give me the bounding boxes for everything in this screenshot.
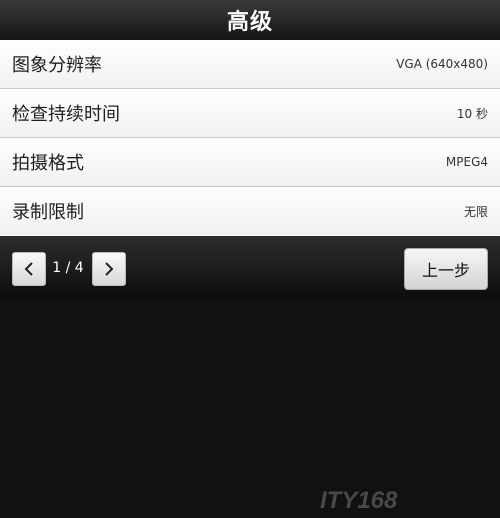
- chevron-right-icon: [105, 262, 114, 276]
- watermark-logo: ITY168: [320, 487, 398, 514]
- setting-value: VGA (640x480): [396, 57, 488, 71]
- page-indicator: 1 / 4: [52, 260, 84, 276]
- chevron-left-icon: [24, 262, 33, 276]
- footer-bar: 1 / 4 ITY168 上一步: [0, 236, 500, 514]
- setting-row-review-duration[interactable]: 检查持续时间 10 秒: [0, 89, 500, 138]
- setting-value: 无限: [463, 204, 488, 219]
- setting-label: 图象分辨率: [12, 55, 102, 76]
- setting-value: MPEG4: [445, 155, 488, 169]
- setting-row-recording-limit[interactable]: 录制限制 无限: [0, 187, 500, 235]
- page-title: 高级: [226, 10, 273, 35]
- setting-label: 检查持续时间: [12, 104, 120, 125]
- back-button[interactable]: 上一步: [404, 248, 488, 290]
- setting-row-capture-format[interactable]: 拍摄格式 MPEG4: [0, 138, 500, 187]
- setting-label: 录制限制: [12, 202, 84, 223]
- setting-row-resolution[interactable]: 图象分辨率 VGA (640x480): [0, 40, 500, 89]
- setting-label: 拍摄格式: [12, 153, 84, 174]
- header-bar: 高级: [0, 0, 500, 40]
- settings-list: 图象分辨率 VGA (640x480) 检查持续时间 10 秒 拍摄格式 MPE…: [0, 40, 500, 236]
- next-page-button[interactable]: [92, 252, 126, 286]
- setting-value: 10 秒: [456, 106, 488, 121]
- svg-text:ITY168: ITY168: [320, 487, 398, 514]
- prev-page-button[interactable]: [12, 252, 46, 286]
